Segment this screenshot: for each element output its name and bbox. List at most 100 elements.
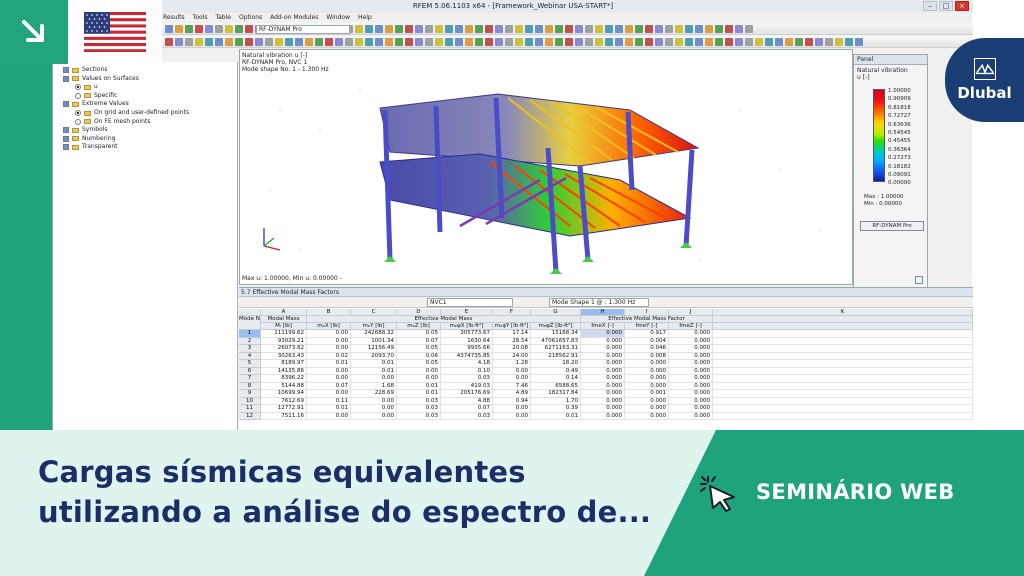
toolbar-button[interactable] [395,37,403,46]
table-cell[interactable]: 47061657.83 [531,337,581,345]
toolbar-button[interactable] [185,37,193,46]
column-header[interactable]: fmeZ [-] [669,323,713,330]
column-header[interactable]: Mᵢ [lb] [261,323,307,330]
table-cell[interactable]: 0.01 [307,405,351,413]
table-cell[interactable]: 0.03 [397,397,441,405]
toolbar-button[interactable] [735,24,743,33]
table-cell[interactable]: 0.10 [441,367,493,375]
toolbar-button[interactable] [335,37,343,46]
table-cell[interactable]: 4.88 [441,397,493,405]
toolbar-button[interactable] [565,24,573,33]
table-cell[interactable]: 0.000 [581,397,625,405]
toolbar-button[interactable] [375,24,383,33]
table-cell[interactable]: 0.000 [669,367,713,375]
toolbar-button[interactable] [665,37,673,46]
toolbar-button[interactable] [215,37,223,46]
toolbar-button[interactable] [235,37,243,46]
toolbar-button[interactable] [705,37,713,46]
table-cell[interactable]: 15168.34 [531,330,581,338]
toolbar-button[interactable] [735,37,743,46]
toolbar-button[interactable] [585,24,593,33]
table-cell[interactable]: 10699.94 [261,390,307,398]
column-letter[interactable]: H [581,309,625,316]
toolbar-button[interactable] [635,37,643,46]
toolbar-button[interactable] [745,24,753,33]
table-cell[interactable]: 0.00 [351,405,397,413]
toolbar-button[interactable] [575,24,583,33]
toolbar-button[interactable] [815,37,823,46]
table-cell[interactable]: 0.00 [351,397,397,405]
table-cell[interactable]: 0.07 [307,382,351,390]
column-header[interactable]: mₑY [lb] [351,323,397,330]
toolbar-button[interactable] [615,24,623,33]
table-cell[interactable]: 0.000 [669,360,713,368]
table-cell[interactable]: 1630.64 [441,337,493,345]
webinar-headline[interactable]: Cargas sísmicas equivalentes utilizando … [38,452,678,532]
toolbar-button[interactable] [645,37,653,46]
checkbox[interactable] [63,127,69,134]
row-header[interactable]: 9 [239,390,261,398]
row-header[interactable]: 2 [239,337,261,345]
toolbar-button[interactable] [705,24,713,33]
toolbar-button[interactable] [205,37,213,46]
toolbar-button[interactable] [485,24,493,33]
table-cell[interactable]: 0.000 [669,375,713,383]
checkbox[interactable] [63,67,69,73]
toolbar-button[interactable] [475,37,483,46]
table-cell[interactable]: 0.000 [581,382,625,390]
toolbar-button[interactable] [275,37,283,46]
toolbar-button[interactable] [715,24,723,33]
toolbar-button[interactable] [715,37,723,46]
toolbar-button[interactable] [695,37,703,46]
toolbar-button[interactable] [575,37,583,46]
table-cell[interactable]: 20.08 [493,345,531,353]
toolbar-button[interactable] [175,37,183,46]
table-cell[interactable]: 1.68 [351,382,397,390]
table-cell[interactable]: 0.00 [307,412,351,420]
table-cell[interactable]: 0.008 [625,352,669,360]
table-cell[interactable]: 0.004 [625,337,669,345]
toolbar-button[interactable] [435,37,443,46]
navigator-item[interactable]: Specific [75,92,117,100]
toolbar-button[interactable] [485,37,493,46]
checkbox[interactable] [63,101,69,108]
table-cell[interactable]: 5144.88 [261,382,307,390]
toolbar-button[interactable] [585,37,593,46]
table-cell[interactable]: 0.01 [397,382,441,390]
toolbar-button[interactable] [295,37,303,46]
toolbar-button[interactable] [465,24,473,33]
table-cell[interactable]: 1001.34 [351,337,397,345]
table-cell[interactable]: 9935.66 [441,345,493,353]
toolbar-button[interactable] [615,37,623,46]
toolbar-button[interactable] [515,37,523,46]
toolbar-button[interactable] [245,37,253,46]
table-cell[interactable]: 0.07 [441,405,493,413]
table-cell[interactable]: 7612.69 [261,397,307,405]
toolbar-button[interactable] [495,24,503,33]
close-button[interactable]: × [955,1,969,11]
table-cell[interactable]: 0.00 [307,337,351,345]
toolbar-button[interactable] [375,37,383,46]
toolbar-button[interactable] [745,37,753,46]
table-cell[interactable]: 0.01 [351,367,397,375]
radio-button[interactable] [75,118,81,125]
table-cell[interactable]: 7511.16 [261,412,307,420]
checkbox[interactable] [63,144,69,151]
navigator-item[interactable]: On grid and user-defined points [75,109,189,117]
toolbar-button[interactable] [165,24,173,33]
table-cell[interactable]: 0.05 [397,345,441,353]
table-cell[interactable]: 4374735.85 [441,352,493,360]
table-cell[interactable]: 0.00 [307,345,351,353]
toolbar-button[interactable] [665,24,673,33]
table-cell[interactable]: 0.00 [351,375,397,383]
table-cell[interactable]: 30263.43 [261,352,307,360]
toolbar-button[interactable] [265,37,273,46]
toolbar-button[interactable] [455,37,463,46]
column-header[interactable]: mₑφY [lb·ft²] [493,323,531,330]
table-cell[interactable]: 0.00 [493,405,531,413]
table-cell[interactable]: 0.046 [625,345,669,353]
table-cell[interactable]: 0.05 [397,330,441,338]
menu-window[interactable]: Window [326,13,350,23]
table-cell[interactable]: 0.000 [581,412,625,420]
table-cell[interactable]: 0.03 [441,412,493,420]
